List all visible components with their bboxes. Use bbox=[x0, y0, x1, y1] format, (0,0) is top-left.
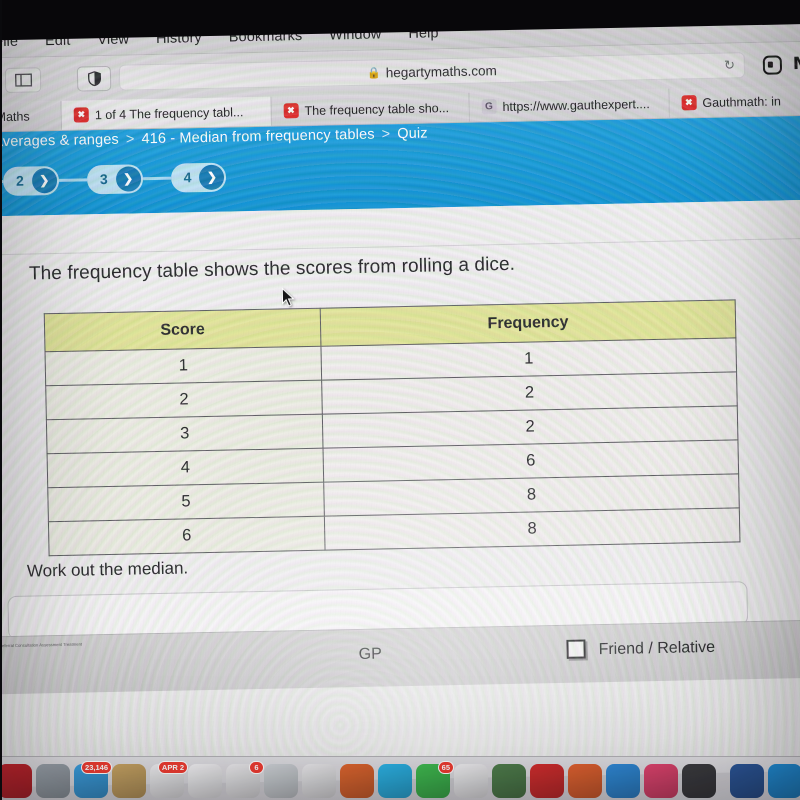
question-instruction: Work out the median. bbox=[26, 558, 189, 581]
tab-label: 1 of 4 The frequency tabl... bbox=[94, 104, 244, 122]
gauthmath-favicon bbox=[681, 95, 697, 111]
calendar-icon[interactable]: APR 2 bbox=[150, 761, 188, 798]
lock-icon: 🔒 bbox=[366, 66, 381, 80]
cell-score: 4 bbox=[47, 448, 324, 488]
laptop-bezel-left bbox=[0, 0, 2, 800]
privacy-report-button[interactable] bbox=[76, 65, 112, 92]
friend-relative-label: Friend / Relative bbox=[598, 638, 716, 659]
toolbar-right-icons: M bbox=[762, 54, 800, 75]
step-3[interactable]: 3 ❯ bbox=[86, 163, 143, 194]
gauthexpert-favicon bbox=[481, 99, 497, 115]
tab-gauthmath[interactable]: Gauthmath: in bbox=[669, 84, 800, 118]
cell-frequency: 8 bbox=[324, 507, 740, 551]
question-prompt: The frequency table shows the scores fro… bbox=[28, 253, 516, 285]
hegartymaths-favicon bbox=[73, 107, 90, 123]
step-number: 4 bbox=[183, 169, 192, 186]
form-small-print: Asking for in individual therapy with Re… bbox=[0, 641, 83, 650]
notes-icon[interactable] bbox=[112, 764, 146, 798]
dock-badge: APR 2 bbox=[157, 761, 188, 774]
breadcrumb-separator: > bbox=[381, 126, 391, 143]
cell-score: 2 bbox=[45, 380, 323, 420]
tab-label: gartyMaths bbox=[0, 109, 30, 125]
news-icon[interactable] bbox=[264, 764, 298, 798]
sidebar-icon bbox=[14, 72, 32, 87]
dock-badge: 65 bbox=[437, 761, 454, 774]
pages-icon[interactable] bbox=[302, 764, 336, 798]
dock-badge: 6 bbox=[249, 761, 264, 774]
podcast-icon[interactable] bbox=[0, 764, 32, 798]
hegartymaths-favicon bbox=[283, 103, 299, 119]
sidebar-toggle-button[interactable] bbox=[4, 66, 42, 93]
url-text: hegartymaths.com bbox=[385, 62, 497, 80]
reload-icon[interactable]: ↻ bbox=[724, 57, 735, 73]
tab-label: https://www.gauthexpert.... bbox=[502, 96, 650, 114]
onedrive-icon[interactable] bbox=[768, 764, 800, 798]
wallet-icon[interactable] bbox=[492, 764, 526, 798]
url-area: 🔒 hegartymaths.com ↻ bbox=[76, 52, 746, 92]
step-connector bbox=[58, 177, 87, 182]
breadcrumb-separator: > bbox=[125, 131, 135, 148]
zoom-icon[interactable] bbox=[762, 54, 783, 75]
tab-frequency-table-1of4[interactable]: 1 of 4 The frequency tabl... bbox=[61, 96, 272, 130]
photos-icon[interactable] bbox=[378, 764, 412, 798]
messages-icon[interactable]: 6 bbox=[226, 761, 264, 798]
quiz-progress-steps: ✔ 2 ❯ 3 ❯ 4 ❯ bbox=[0, 162, 227, 198]
photo-of-laptop-screen:  File Edit View History Bookmarks Windo… bbox=[0, 0, 800, 800]
m-app-icon[interactable]: M bbox=[792, 54, 800, 74]
gp-label: GP bbox=[358, 645, 382, 664]
step-4[interactable]: 4 ❯ bbox=[170, 162, 227, 193]
cell-score: 6 bbox=[48, 516, 326, 556]
macos-dock: 23,146 APR 2 6 65 bbox=[0, 756, 800, 800]
safari-icon[interactable] bbox=[36, 764, 70, 798]
mail-icon[interactable]: 23,146 bbox=[74, 761, 112, 798]
cell-score: 3 bbox=[46, 414, 324, 454]
address-bar[interactable]: 🔒 hegartymaths.com ↻ bbox=[118, 52, 746, 91]
tab-frequency-table-shows[interactable]: The frequency table sho... bbox=[271, 92, 470, 126]
whatsapp-icon[interactable]: 65 bbox=[416, 761, 454, 798]
step-number: 2 bbox=[15, 172, 25, 189]
step-connector bbox=[142, 176, 171, 180]
tab-gauthexpert[interactable]: https://www.gauthexpert.... bbox=[469, 88, 670, 122]
reminders-icon[interactable] bbox=[188, 764, 222, 798]
screen-content:  File Edit View History Bookmarks Windo… bbox=[0, 9, 800, 788]
cell-score: 1 bbox=[45, 346, 322, 386]
itunes-icon[interactable] bbox=[644, 764, 678, 798]
numbers-icon[interactable] bbox=[340, 764, 374, 798]
dock-badge: 23,146 bbox=[81, 761, 112, 774]
breadcrumb-item-quiz[interactable]: Quiz bbox=[397, 126, 428, 143]
chevron-right-icon: ❯ bbox=[31, 167, 58, 193]
activity-icon[interactable] bbox=[454, 764, 488, 798]
divider bbox=[0, 236, 800, 256]
tab-hegartymaths[interactable]: gartyMaths bbox=[0, 100, 63, 132]
breadcrumb-item-lesson[interactable]: 416 - Median from frequency tables bbox=[141, 127, 374, 148]
shield-icon bbox=[87, 70, 101, 86]
cell-score: 5 bbox=[47, 482, 325, 522]
chevron-right-icon: ❯ bbox=[199, 164, 225, 190]
frequency-table: Score Frequency 1 1 2 2 3 2 4 6 5 8 6 8 bbox=[44, 299, 741, 556]
column-header-score: Score bbox=[44, 308, 321, 352]
chevron-right-icon: ❯ bbox=[115, 165, 141, 192]
step-2[interactable]: 2 ❯ bbox=[2, 165, 60, 196]
friend-relative-checkbox[interactable] bbox=[566, 639, 586, 659]
books-icon[interactable] bbox=[568, 764, 602, 798]
tab-label: Gauthmath: in bbox=[702, 93, 782, 110]
breadcrumb-item-averages[interactable]: Averages & ranges bbox=[0, 132, 119, 151]
tab-label: The frequency table sho... bbox=[304, 100, 450, 118]
word-icon[interactable] bbox=[730, 764, 764, 798]
question-panel: of 4 ? The frequency table shows the sco… bbox=[0, 198, 800, 641]
appstore-icon[interactable] bbox=[682, 764, 716, 798]
step-number: 3 bbox=[99, 170, 108, 188]
noscript-icon[interactable] bbox=[530, 764, 564, 798]
xcode-icon[interactable] bbox=[606, 764, 640, 798]
